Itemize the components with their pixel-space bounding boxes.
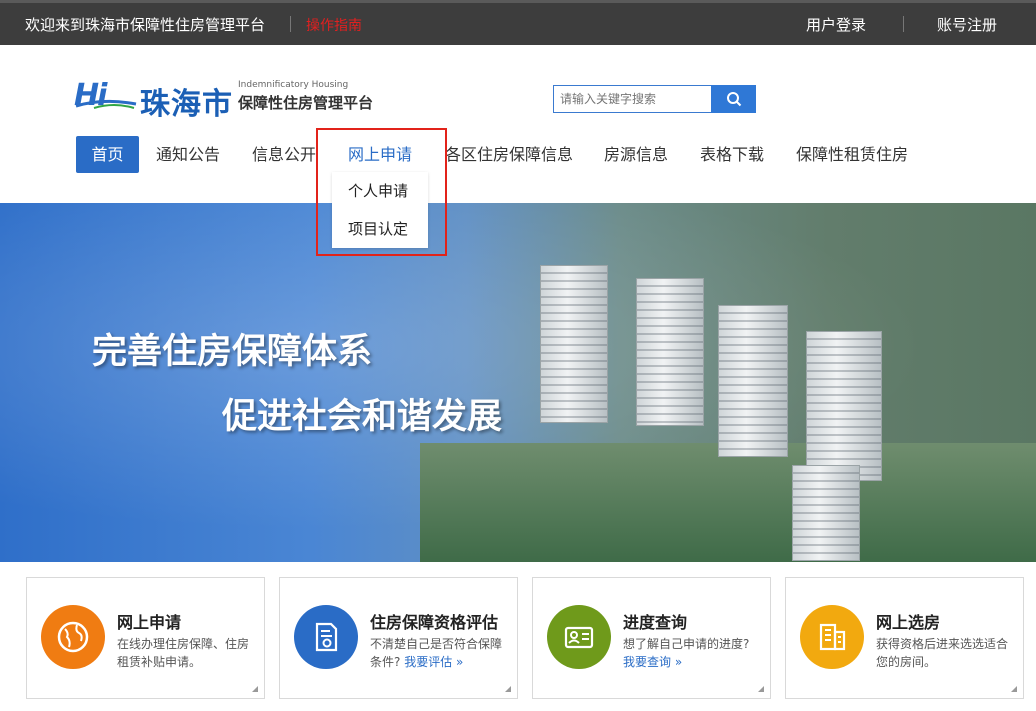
service-card-online-apply[interactable]: 网上申请 在线办理住房保障、住房租赁补贴申请。 <box>26 577 265 699</box>
corner-arrow-icon <box>252 686 258 692</box>
logo-city: 珠海市 <box>140 87 233 122</box>
card-icon-circle <box>547 605 611 669</box>
globe-icon <box>57 621 89 653</box>
search-icon <box>726 92 741 107</box>
card-desc: 获得资格后进来选选适合您的房间。 <box>876 637 1009 669</box>
logo-english: Indemnificatory Housing <box>238 80 349 90</box>
card-title: 网上申请 <box>117 613 182 632</box>
top-bar: 欢迎来到珠海市保障性住房管理平台 操作指南 用户登录 账号注册 <box>0 0 1036 45</box>
site-logo[interactable]: Hi 珠海市 Indemnificatory Housing 保障性住房管理平台 <box>74 76 394 122</box>
card-icon-circle <box>41 605 105 669</box>
card-title: 网上选房 <box>876 613 941 632</box>
service-card-progress[interactable]: 进度查询 想了解自己申请的进度? 我要查询 » <box>532 577 771 699</box>
login-link[interactable]: 用户登录 <box>806 14 866 35</box>
banner-building <box>540 265 608 423</box>
banner-slogan-2: 促进社会和谐发展 <box>222 396 503 437</box>
logo-title: 保障性住房管理平台 <box>238 94 374 112</box>
id-card-icon <box>564 626 594 649</box>
banner-ground <box>420 443 1036 562</box>
nav-rental-housing[interactable]: 保障性租赁住房 <box>796 136 908 173</box>
evaluate-link[interactable]: 我要评估 » <box>404 655 463 669</box>
corner-arrow-icon <box>1011 686 1017 692</box>
divider <box>903 16 904 32</box>
card-desc: 不清楚自己是否符合保障条件? 我要评估 » <box>370 637 503 669</box>
banner-building <box>792 465 860 561</box>
card-title: 进度查询 <box>623 613 688 632</box>
nav-notices[interactable]: 通知公告 <box>156 136 220 173</box>
card-icon-circle <box>800 605 864 669</box>
nav-housing-info[interactable]: 房源信息 <box>604 136 668 173</box>
service-card-house-selection[interactable]: 网上选房 获得资格后进来选选适合您的房间。 <box>785 577 1024 699</box>
nav-info-disclosure[interactable]: 信息公开 <box>252 136 316 173</box>
search-button[interactable] <box>711 85 756 113</box>
corner-arrow-icon <box>505 686 511 692</box>
service-card-eligibility[interactable]: 住房保障资格评估 不清楚自己是否符合保障条件? 我要评估 » <box>279 577 518 699</box>
nav-district-info[interactable]: 各区住房保障信息 <box>445 136 573 173</box>
register-link[interactable]: 账号注册 <box>937 14 997 35</box>
dropdown-item-personal-apply[interactable]: 个人申请 <box>332 172 428 210</box>
dropdown-item-project-certification[interactable]: 项目认定 <box>332 210 428 248</box>
query-link[interactable]: 我要查询 » <box>623 655 682 669</box>
divider <box>290 16 291 32</box>
card-desc: 在线办理住房保障、住房租赁补贴申请。 <box>117 637 250 669</box>
nav-online-apply[interactable]: 网上申请 <box>348 136 412 173</box>
online-apply-dropdown: 个人申请 项目认定 <box>332 172 428 248</box>
card-title: 住房保障资格评估 <box>370 613 499 632</box>
certificate-icon <box>315 622 338 652</box>
welcome-text: 欢迎来到珠海市保障性住房管理平台 <box>25 16 266 34</box>
hero-banner: 完善住房保障体系 促进社会和谐发展 <box>0 203 1036 562</box>
banner-building <box>806 331 882 481</box>
building-icon <box>819 623 846 651</box>
banner-slogan-1: 完善住房保障体系 <box>92 331 373 372</box>
nav-home[interactable]: 首页 <box>76 136 139 173</box>
banner-building <box>718 305 788 457</box>
banner-building <box>636 278 704 426</box>
nav-form-download[interactable]: 表格下载 <box>700 136 764 173</box>
search-input[interactable] <box>553 85 713 113</box>
corner-arrow-icon <box>758 686 764 692</box>
search-box <box>553 85 756 113</box>
operation-guide-link[interactable]: 操作指南 <box>306 15 362 35</box>
card-icon-circle <box>294 605 358 669</box>
card-desc: 想了解自己申请的进度? 我要查询 » <box>623 637 750 669</box>
logo-swoosh-icon <box>75 99 137 109</box>
